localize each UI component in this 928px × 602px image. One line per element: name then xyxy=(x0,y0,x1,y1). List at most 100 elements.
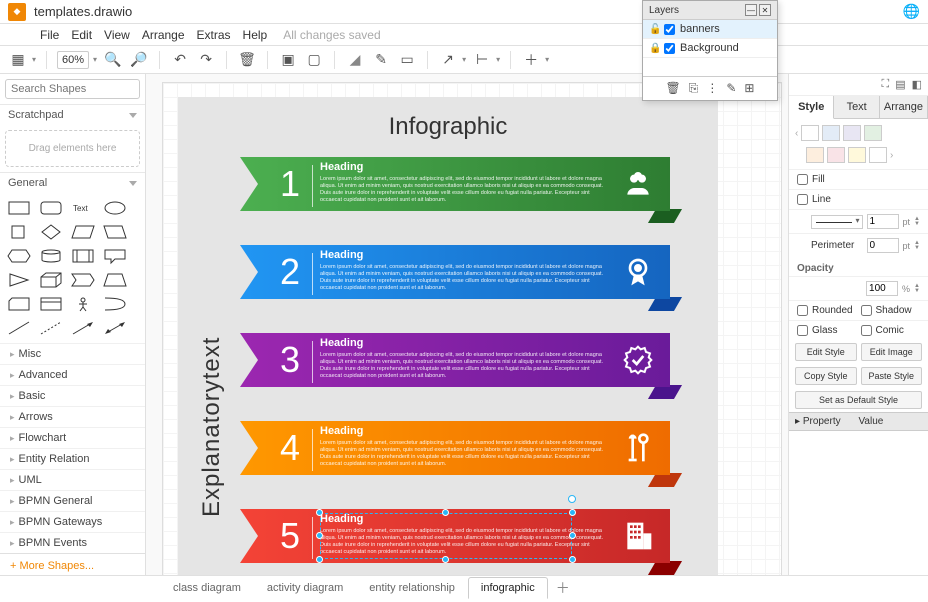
scratchpad-dropzone[interactable]: Drag elements here xyxy=(5,130,140,167)
edit-style-button[interactable]: Edit Style xyxy=(795,343,857,361)
banner-4[interactable]: 4HeadingLorem ipsum dolor sit amet, cons… xyxy=(240,415,690,481)
line-color-icon[interactable]: ✎ xyxy=(371,50,391,70)
general-section[interactable]: General xyxy=(0,172,145,193)
shape-rounded-rect[interactable] xyxy=(36,197,66,219)
banner-content[interactable]: HeadingLorem ipsum dolor sit amet, conse… xyxy=(320,513,610,557)
banner-content[interactable]: HeadingLorem ipsum dolor sit amet, conse… xyxy=(320,337,610,381)
line-checkbox[interactable] xyxy=(797,194,808,205)
canvas-area[interactable]: Infographic Explanatorytext 1HeadingLore… xyxy=(146,74,788,575)
set-default-style-button[interactable]: Set as Default Style xyxy=(795,391,922,409)
globe-icon[interactable]: 🌐 xyxy=(903,3,920,20)
layer-visible-checkbox[interactable] xyxy=(664,24,675,35)
shape-arrow2[interactable] xyxy=(100,317,130,339)
add-page-button[interactable]: ＋ xyxy=(548,574,578,602)
opacity-input[interactable] xyxy=(866,281,898,296)
redo-icon[interactable]: ↷ xyxy=(196,50,216,70)
layer-duplicate-icon[interactable]: ⎘ xyxy=(689,81,699,96)
shape-process[interactable] xyxy=(68,245,98,267)
search-shapes-input[interactable] xyxy=(5,79,140,99)
swatch[interactable] xyxy=(864,125,882,141)
layer-edit-icon[interactable]: ✎ xyxy=(726,81,736,96)
swatch-next-icon[interactable]: › xyxy=(890,150,893,161)
shape-card[interactable] xyxy=(4,293,34,315)
more-shapes-button[interactable]: + More Shapes... xyxy=(0,553,145,575)
tab-arrange[interactable]: Arrange xyxy=(880,96,928,118)
category-item[interactable]: UML xyxy=(0,469,145,490)
menu-help[interactable]: Help xyxy=(243,28,268,42)
banner-award-icon[interactable] xyxy=(622,253,654,291)
infographic-title[interactable]: Infographic xyxy=(178,113,718,141)
shape-cube[interactable] xyxy=(36,269,66,291)
tab-text[interactable]: Text xyxy=(834,96,879,118)
swatch[interactable] xyxy=(843,125,861,141)
menu-file[interactable]: File xyxy=(40,28,59,42)
layer-add-icon[interactable]: ⊞ xyxy=(744,81,754,96)
line-style-select[interactable] xyxy=(811,215,863,229)
paste-style-button[interactable]: Paste Style xyxy=(861,367,923,385)
shape-arrow1[interactable] xyxy=(68,317,98,339)
perimeter-stepper[interactable]: ▲▼ xyxy=(914,241,920,251)
line-width-stepper[interactable]: ▲▼ xyxy=(914,217,920,227)
shape-trapezoid[interactable] xyxy=(100,269,130,291)
banner-users-icon[interactable] xyxy=(622,165,654,203)
banner-badge-icon[interactable] xyxy=(622,341,654,379)
zoom-select[interactable]: 60% xyxy=(57,51,89,69)
layers-titlebar[interactable]: Layers — ✕ xyxy=(643,1,777,20)
layers-minimize-icon[interactable]: — xyxy=(745,4,757,16)
filename[interactable]: templates.drawio xyxy=(34,4,132,19)
property-header[interactable]: ▸ Property Value xyxy=(789,412,928,431)
shape-cylinder[interactable] xyxy=(36,245,66,267)
category-item[interactable]: BPMN Gateways xyxy=(0,511,145,532)
layer-row[interactable]: 🔓banners xyxy=(643,20,777,39)
shadow-icon[interactable]: ▭ xyxy=(397,50,417,70)
zoom-out-icon[interactable]: 🔎 xyxy=(129,50,149,70)
shape-triangle[interactable] xyxy=(4,269,34,291)
rounded-checkbox[interactable] xyxy=(797,305,808,316)
banner-2[interactable]: 2HeadingLorem ipsum dolor sit amet, cons… xyxy=(240,239,690,305)
shape-callout[interactable] xyxy=(100,245,130,267)
shadow-checkbox[interactable] xyxy=(861,305,872,316)
banner-content[interactable]: HeadingLorem ipsum dolor sit amet, conse… xyxy=(320,425,610,469)
shape-hexagon[interactable] xyxy=(4,245,34,267)
menu-edit[interactable]: Edit xyxy=(71,28,92,42)
shape-square[interactable] xyxy=(4,221,34,243)
to-back-icon[interactable]: ▢ xyxy=(304,50,324,70)
outline-icon[interactable]: ◧ xyxy=(912,78,922,91)
waypoint-icon[interactable]: ⊢ xyxy=(472,50,492,70)
category-item[interactable]: Misc xyxy=(0,343,145,364)
category-item[interactable]: BPMN General xyxy=(0,490,145,511)
view-mode-button[interactable]: ▦ xyxy=(8,50,28,70)
perimeter-input[interactable] xyxy=(867,238,899,253)
undo-icon[interactable]: ↶ xyxy=(170,50,190,70)
banner-content[interactable]: HeadingLorem ipsum dolor sit amet, conse… xyxy=(320,249,610,293)
shape-parallelogram[interactable] xyxy=(68,221,98,243)
swatch[interactable] xyxy=(801,125,819,141)
banner-tools-icon[interactable] xyxy=(622,429,654,467)
opacity-stepper[interactable]: ▲▼ xyxy=(914,284,920,294)
swatch[interactable] xyxy=(869,147,887,163)
page-tab[interactable]: entity relationship xyxy=(356,577,468,599)
to-front-icon[interactable]: ▣ xyxy=(278,50,298,70)
layer-visible-checkbox[interactable] xyxy=(664,43,675,54)
banner-content[interactable]: HeadingLorem ipsum dolor sit amet, conse… xyxy=(320,161,610,205)
category-item[interactable]: Basic xyxy=(0,385,145,406)
shape-parallelogram2[interactable] xyxy=(100,221,130,243)
menu-extras[interactable]: Extras xyxy=(197,28,231,42)
fill-color-icon[interactable]: ◢ xyxy=(345,50,365,70)
comic-checkbox[interactable] xyxy=(861,325,872,336)
insert-icon[interactable]: ＋ xyxy=(521,50,541,70)
shape-rect[interactable] xyxy=(4,197,34,219)
canvas-page[interactable]: Infographic Explanatorytext 1HeadingLore… xyxy=(162,82,782,575)
layers-close-icon[interactable]: ✕ xyxy=(759,4,771,16)
banner-number[interactable]: 4 xyxy=(268,421,312,475)
menu-view[interactable]: View xyxy=(104,28,130,42)
lock-icon[interactable]: 🔒 xyxy=(649,43,659,54)
swatch[interactable] xyxy=(822,125,840,141)
banner-number[interactable]: 1 xyxy=(268,157,312,211)
category-item[interactable]: Flowchart xyxy=(0,427,145,448)
copy-style-button[interactable]: Copy Style xyxy=(795,367,857,385)
category-item[interactable]: Arrows xyxy=(0,406,145,427)
shape-step[interactable] xyxy=(68,269,98,291)
infographic-background[interactable]: Infographic Explanatorytext 1HeadingLore… xyxy=(178,97,718,575)
banner-number[interactable]: 3 xyxy=(268,333,312,387)
